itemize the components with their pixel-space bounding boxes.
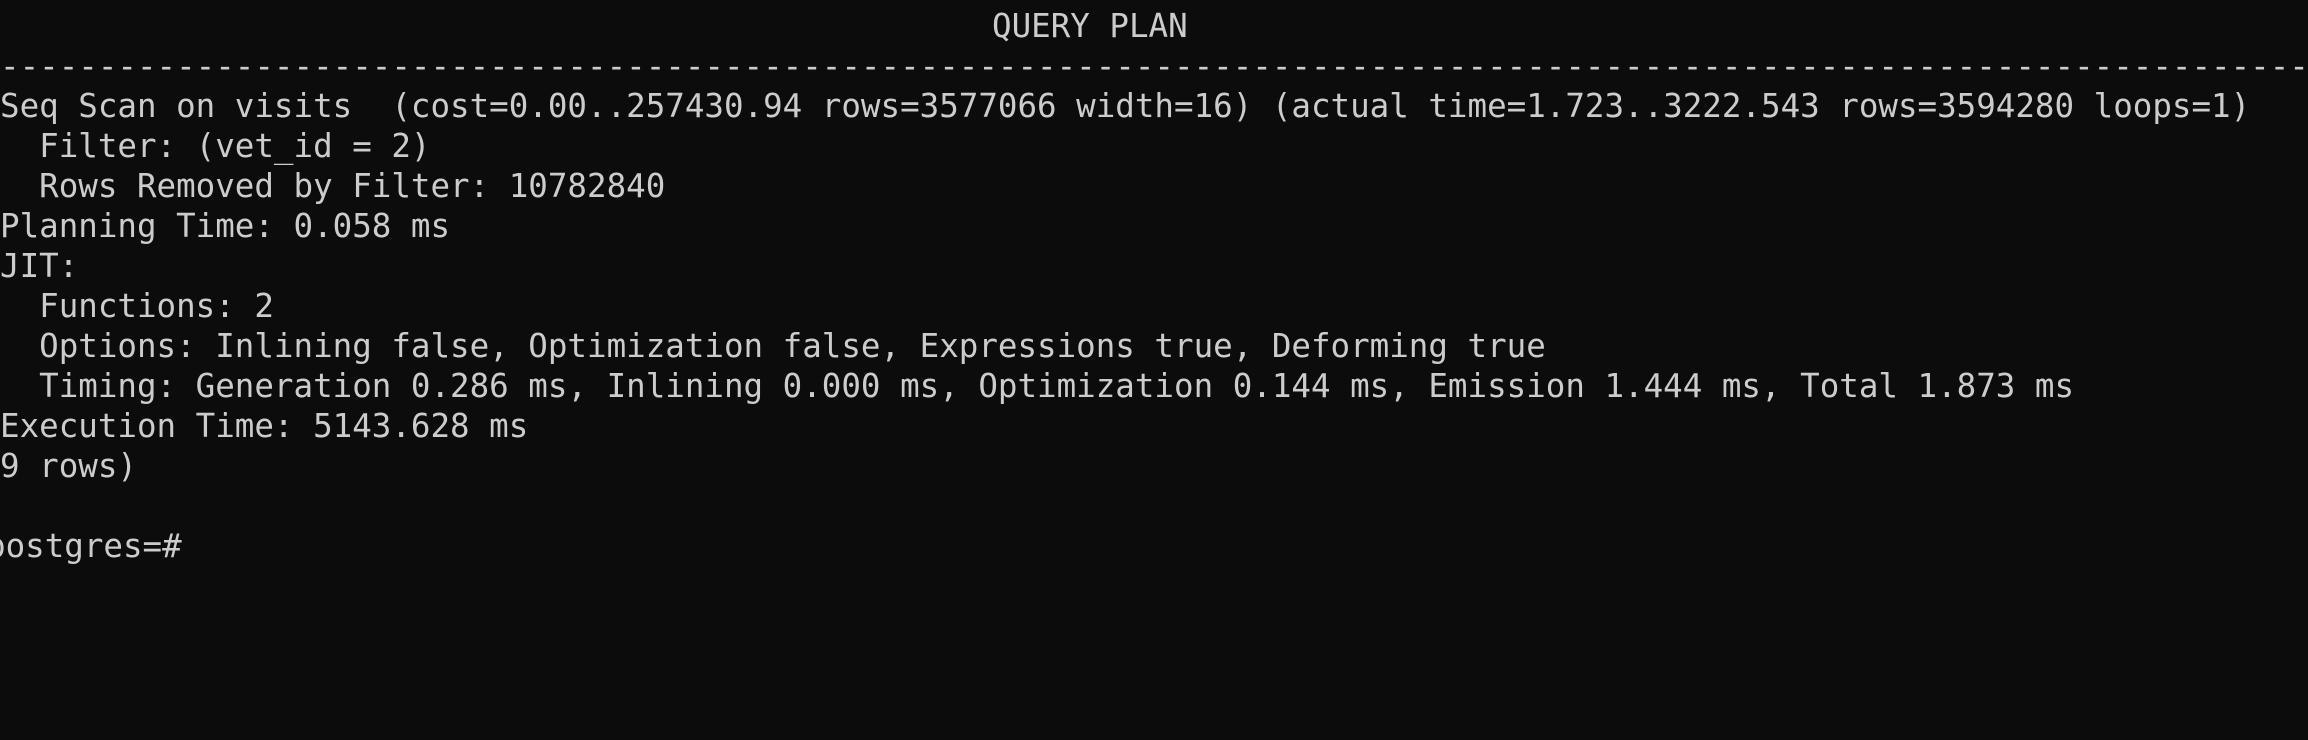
psql-prompt[interactable]: postgres=# [0, 526, 182, 566]
plan-line-execution-time: Execution Time: 5143.628 ms [0, 407, 529, 445]
query-plan-header: QUERY PLAN [992, 7, 1188, 45]
prompt-text: postgres=# [0, 527, 182, 565]
plan-line-filter: Filter: (vet_id = 2) [0, 127, 431, 165]
plan-line-seq-scan: Seq Scan on visits (cost=0.00..257430.94… [0, 87, 2251, 125]
plan-line-options: Options: Inlining false, Optimization fa… [0, 327, 1546, 365]
separator-line: ----------------------------------------… [0, 47, 2308, 85]
plan-line-rows-removed: Rows Removed by Filter: 10782840 [0, 167, 666, 205]
plan-line-planning-time: Planning Time: 0.058 ms [0, 207, 451, 245]
terminal-window[interactable]: QUERY PLAN -----------------------------… [0, 0, 2308, 740]
plan-line-jit: JIT: [0, 247, 79, 285]
plan-line-functions: Functions: 2 [0, 287, 274, 325]
plan-line-timing: Timing: Generation 0.286 ms, Inlining 0.… [0, 367, 2075, 405]
row-count: 9 rows) [0, 447, 137, 485]
